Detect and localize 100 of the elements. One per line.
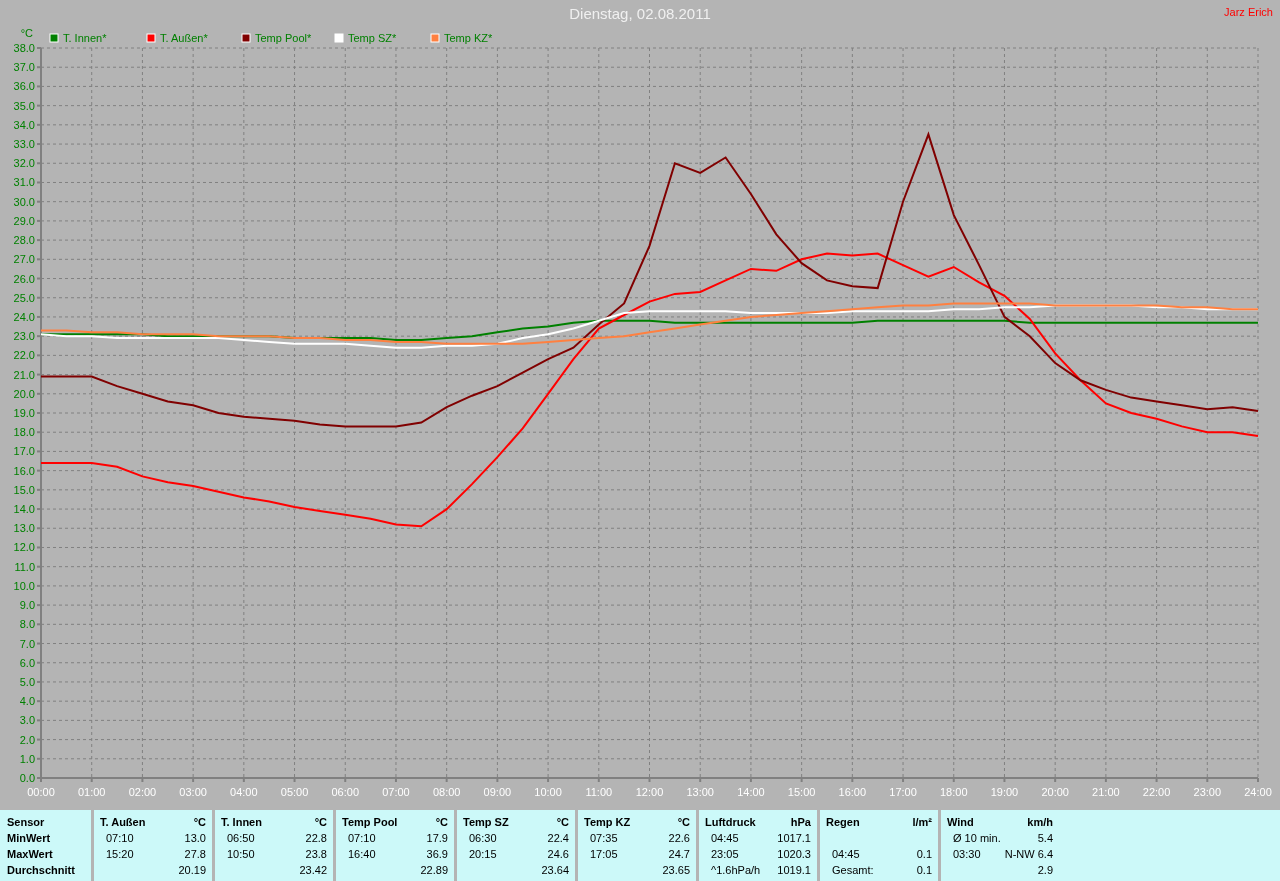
legend-label: T. Außen* [160,32,208,44]
table-cell-text: 16:40 [347,848,376,860]
table-cell: 2.9 [1037,864,1053,876]
table-cell: 13.0 [184,832,206,844]
y-tick-label: 3.0 [19,714,35,727]
author-name: Jarz Erich [1224,6,1273,18]
table-cell-text: 07:10 [105,832,134,844]
table-cell: 1019.1 [777,864,811,876]
table-cell-text: 03:30 [952,848,981,860]
table-cell: 1020.3 [777,848,811,860]
table-cell: 24.7 [668,848,690,860]
y-tick-label: 14.0 [13,503,35,516]
row-label: MinWert [7,832,51,844]
y-axis-unit: °C [20,27,33,39]
unit-label: °C [556,816,569,828]
table-cell-text: 04:45 [710,832,739,844]
y-tick-label: 31.0 [13,176,35,189]
column-header: Sensor [7,816,45,828]
table-cell-text: ^1.6hPa/h [710,864,761,876]
table-cell-text: Ø 10 min. [952,832,1001,844]
y-tick-label: 6.0 [19,656,35,669]
table-cell: 23.65 [662,864,690,876]
column-header: Wind [947,816,974,828]
table-cell-text: 20:15 [468,848,497,860]
x-tick-label: 13:00 [686,786,714,798]
unit-label: °C [435,816,448,828]
x-tick-label: 23:00 [1193,786,1222,798]
table-cell: 27.8 [184,848,206,860]
x-tick-label: 05:00 [280,786,309,798]
x-tick-label: 06:00 [331,786,359,798]
x-tick-label: 08:00 [432,786,461,798]
y-tick-label: 13.0 [13,522,35,535]
y-tick-label: 28.0 [13,234,35,247]
y-tick-label: 16.0 [13,464,35,477]
y-tick-label: 7.0 [19,637,35,650]
unit-label: km/h [1027,816,1053,828]
y-tick-label: 29.0 [13,214,35,227]
y-tick-label: 27.0 [13,253,35,266]
y-tick-label: 2.0 [19,733,35,746]
y-tick-label: 8.0 [19,618,35,631]
y-tick-label: 22.0 [13,349,35,362]
legend-label: Temp KZ* [444,32,493,44]
column-header: T. Außen [100,816,146,828]
y-tick-label: 35.0 [13,99,35,112]
x-tick-label: 19:00 [990,786,1019,798]
x-tick-label: 00:00 [27,786,55,798]
y-tick-label: 15.0 [13,483,35,496]
unit-label: °C [193,816,206,828]
y-tick-label: 33.0 [13,138,35,151]
y-tick-label: 17.0 [13,445,35,458]
row-label: MaxWert [7,848,53,860]
y-tick-label: 26.0 [13,272,35,285]
table-cell: 24.6 [547,848,569,860]
table-cell: 23.64 [541,864,569,876]
table-cell-text: 17:05 [589,848,618,860]
table-cell: 23.8 [305,848,327,860]
x-tick-label: 03:00 [179,786,207,798]
unit-label: °C [677,816,690,828]
column-header: Temp KZ [584,816,631,828]
unit-label: °C [314,816,327,828]
table-cell: 22.8 [305,832,327,844]
y-tick-label: 10.0 [13,579,35,592]
table-cell: 36.9 [426,848,448,860]
x-tick-label: 10:00 [534,786,562,798]
y-tick-label: 30.0 [13,195,35,208]
table-cell-text: 04:45 [831,848,860,860]
unit-label: l/m² [912,816,932,828]
x-tick-label: 18:00 [940,786,968,798]
table-cell: 23.42 [299,864,327,876]
table-cell: 17.9 [426,832,448,844]
y-tick-label: 1.0 [19,752,35,765]
x-tick-label: 09:00 [483,786,512,798]
y-tick-label: 4.0 [19,695,35,708]
x-tick-label: 22:00 [1142,786,1171,798]
table-cell: 0.1 [916,864,932,876]
table-cell-text: 07:10 [347,832,376,844]
y-tick-label: 32.0 [13,157,35,170]
x-tick-label: 02:00 [128,786,157,798]
table-cell: 22.6 [668,832,690,844]
x-tick-label: 24:00 [1244,786,1272,798]
table-cell-text: 06:50 [226,832,255,844]
x-tick-label: 20:00 [1041,786,1069,798]
table-cell-text: 06:30 [468,832,497,844]
table-cell: 0.1 [916,848,932,860]
y-tick-label: 21.0 [13,368,35,381]
column-header: Luftdruck [705,816,756,828]
table-cell: 22.89 [420,864,448,876]
y-tick-label: 36.0 [13,80,35,93]
y-tick-label: 11.0 [14,560,35,573]
x-tick-label: 17:00 [889,786,917,798]
x-tick-label: 12:00 [635,786,664,798]
y-tick-label: 5.0 [19,675,35,688]
legend-label: Temp SZ* [348,32,397,44]
x-tick-label: 16:00 [838,786,867,798]
chart-title: Dienstag, 02.08.2011 [569,4,711,22]
x-tick-label: 07:00 [382,786,410,798]
column-header: T. Innen [221,816,262,828]
table-cell: 5.4 [1037,832,1053,844]
column-header: Regen [826,816,860,828]
y-tick-label: 24.0 [13,310,35,323]
